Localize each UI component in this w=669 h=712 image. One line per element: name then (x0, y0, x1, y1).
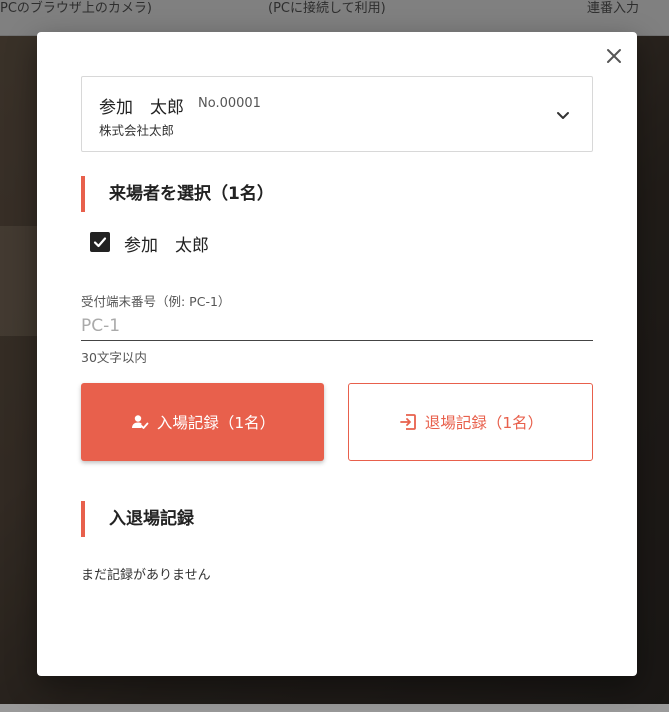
select-attendee-heading: 来場者を選択（1名） (81, 176, 274, 212)
records-heading: 入退場記録 (81, 501, 194, 537)
terminal-number-label: 受付端末番号（例: PC-1） (81, 294, 231, 309)
exit-icon (399, 414, 416, 430)
terminal-number-input[interactable] (81, 312, 593, 341)
checkmark-icon (93, 237, 107, 248)
chevron-down-icon (557, 112, 569, 119)
person-check-icon (131, 415, 149, 429)
checkin-dialog: 参加 太郎 No.00001 株式会社太郎 来場者を選択（1名） 参加 太郎 受… (37, 32, 637, 676)
bottom-strip (0, 704, 669, 712)
terminal-number-help: 30文字以内 (81, 350, 147, 365)
attendee-checkbox[interactable] (90, 232, 110, 252)
attendee-select[interactable]: 参加 太郎 No.00001 株式会社太郎 (81, 76, 593, 152)
attendee-name: 参加 太郎 (99, 98, 184, 118)
records-empty-message: まだ記録がありません (81, 568, 211, 583)
attendee-checkbox-label: 参加 太郎 (124, 236, 209, 256)
entry-record-button[interactable]: 入場記録（1名） (81, 383, 324, 461)
close-button[interactable] (602, 44, 626, 68)
exit-record-button[interactable]: 退場記録（1名） (348, 383, 593, 461)
attendee-number: No.00001 (198, 96, 261, 111)
attendee-company: 株式会社太郎 (99, 123, 175, 138)
close-icon (607, 49, 621, 63)
entry-record-label: 入場記録（1名） (156, 414, 276, 432)
exit-record-label: 退場記録（1名） (424, 414, 544, 432)
